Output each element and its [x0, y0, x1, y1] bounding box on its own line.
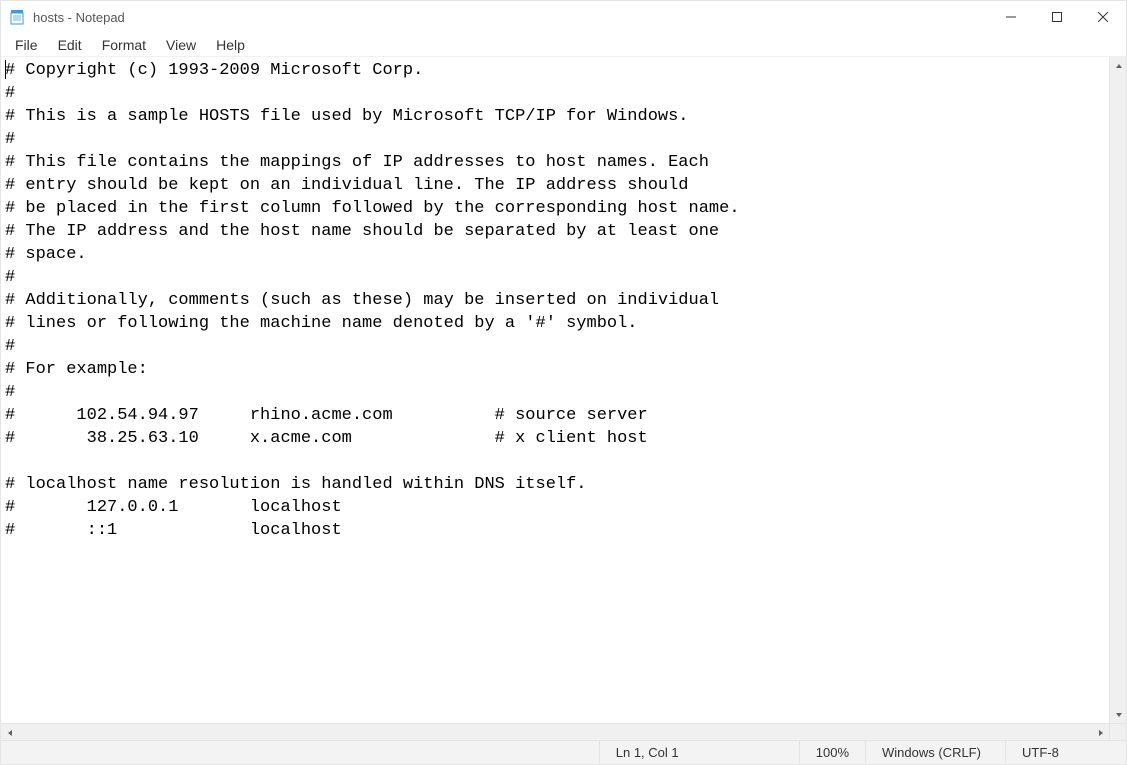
status-zoom: 100%: [800, 741, 866, 764]
menu-format[interactable]: Format: [92, 35, 156, 55]
status-position: Ln 1, Col 1: [600, 741, 800, 764]
menubar: File Edit Format View Help: [1, 33, 1126, 57]
statusbar: Ln 1, Col 1 100% Windows (CRLF) UTF-8: [1, 740, 1126, 764]
text-caret: [5, 60, 6, 79]
menu-edit[interactable]: Edit: [48, 35, 92, 55]
status-spacer: [1, 741, 600, 764]
minimize-button[interactable]: [988, 1, 1034, 33]
titlebar: hosts - Notepad: [1, 1, 1126, 33]
scroll-up-button[interactable]: [1110, 57, 1127, 74]
window-title: hosts - Notepad: [33, 10, 125, 25]
window-controls: [988, 1, 1126, 33]
editor-content: # Copyright (c) 1993-2009 Microsoft Corp…: [1, 57, 1109, 544]
scroll-down-button[interactable]: [1110, 706, 1127, 723]
scrollbar-corner: [1109, 723, 1126, 740]
menu-view[interactable]: View: [156, 35, 206, 55]
vertical-scrollbar[interactable]: [1109, 57, 1126, 723]
status-encoding: UTF-8: [1006, 741, 1126, 764]
horizontal-scrollbar[interactable]: [1, 723, 1109, 740]
notepad-icon: [9, 9, 25, 25]
scroll-right-button[interactable]: [1092, 724, 1109, 741]
maximize-button[interactable]: [1034, 1, 1080, 33]
notepad-window: hosts - Notepad File Edit Format View He…: [0, 0, 1127, 765]
titlebar-left: hosts - Notepad: [9, 9, 125, 25]
status-line-ending: Windows (CRLF): [866, 741, 1006, 764]
menu-help[interactable]: Help: [206, 35, 255, 55]
content-area: # Copyright (c) 1993-2009 Microsoft Corp…: [1, 57, 1126, 740]
text-editor[interactable]: # Copyright (c) 1993-2009 Microsoft Corp…: [1, 57, 1109, 723]
scroll-left-button[interactable]: [1, 724, 18, 741]
menu-file[interactable]: File: [5, 35, 48, 55]
close-button[interactable]: [1080, 1, 1126, 33]
